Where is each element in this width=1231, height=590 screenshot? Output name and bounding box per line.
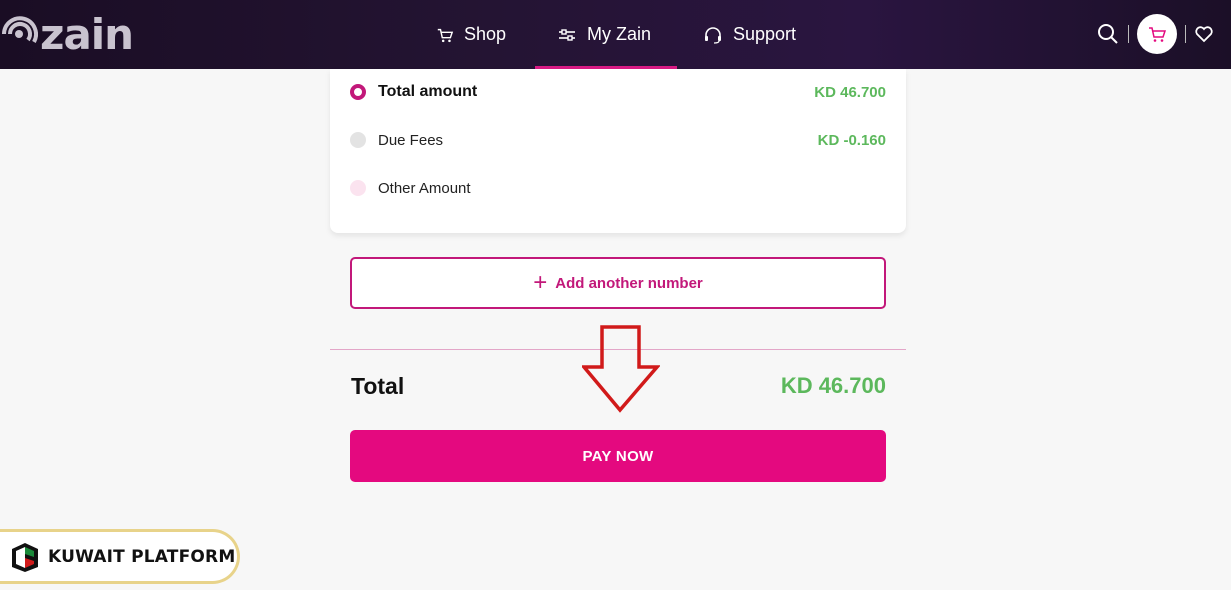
kuwait-platform-logo-icon — [12, 542, 38, 572]
nav-my-zain[interactable]: My Zain — [535, 0, 677, 69]
option-label: Due Fees — [378, 131, 444, 149]
nav-shop[interactable]: Shop — [434, 0, 520, 69]
total-value: KD 46.700 — [780, 373, 886, 398]
header-divider — [1128, 25, 1129, 43]
kuwait-platform-watermark: KUWAIT PLATFORM — [0, 529, 240, 584]
radio-unselected-icon[interactable] — [350, 132, 366, 148]
option-amount: KD 46.700 — [814, 83, 886, 101]
header-divider — [1185, 25, 1186, 43]
search-icon[interactable] — [1096, 22, 1120, 46]
payment-options-card: Total amount KD 46.700 Due Fees KD -0.16… — [330, 69, 906, 233]
nav-support[interactable]: Support — [689, 0, 814, 69]
add-another-number-button[interactable]: + Add another number — [350, 257, 886, 309]
radio-unselected-icon[interactable] — [350, 180, 366, 196]
add-another-number-label: Add another number — [555, 274, 703, 292]
cart-button[interactable] — [1137, 14, 1177, 54]
plus-icon: + — [533, 269, 548, 296]
cart-icon — [437, 28, 454, 42]
down-arrow-annotation-icon — [582, 325, 660, 413]
option-due-fees[interactable]: Due Fees KD -0.160 — [350, 128, 886, 152]
shopping-cart-icon — [1149, 27, 1167, 42]
pay-now-button[interactable]: PAY NOW — [350, 430, 886, 482]
option-label: Other Amount — [378, 179, 471, 197]
nav-my-zain-label: My Zain — [587, 24, 652, 44]
nav-support-label: Support — [733, 24, 797, 44]
option-other-amount[interactable]: Other Amount — [350, 176, 886, 200]
header-actions — [1096, 14, 1214, 54]
total-label: Total — [351, 373, 405, 399]
watermark-text: KUWAIT PLATFORM — [48, 546, 236, 567]
headset-icon — [705, 26, 721, 44]
nav-shop-label: Shop — [463, 24, 506, 44]
zain-swirl-icon — [2, 16, 38, 43]
heart-icon[interactable] — [1194, 24, 1214, 44]
option-amount: KD -0.160 — [817, 131, 886, 149]
radio-selected-icon[interactable] — [350, 84, 366, 100]
top-header: zain Shop My Zain Support — [0, 0, 1231, 69]
logo-text: zain — [40, 9, 134, 59]
sliders-icon — [559, 28, 575, 41]
option-total-amount[interactable]: Total amount KD 46.700 — [350, 80, 886, 104]
option-label: Total amount — [378, 83, 478, 100]
zain-logo[interactable]: zain — [0, 9, 134, 59]
main-nav: Shop My Zain Support — [434, 0, 814, 69]
